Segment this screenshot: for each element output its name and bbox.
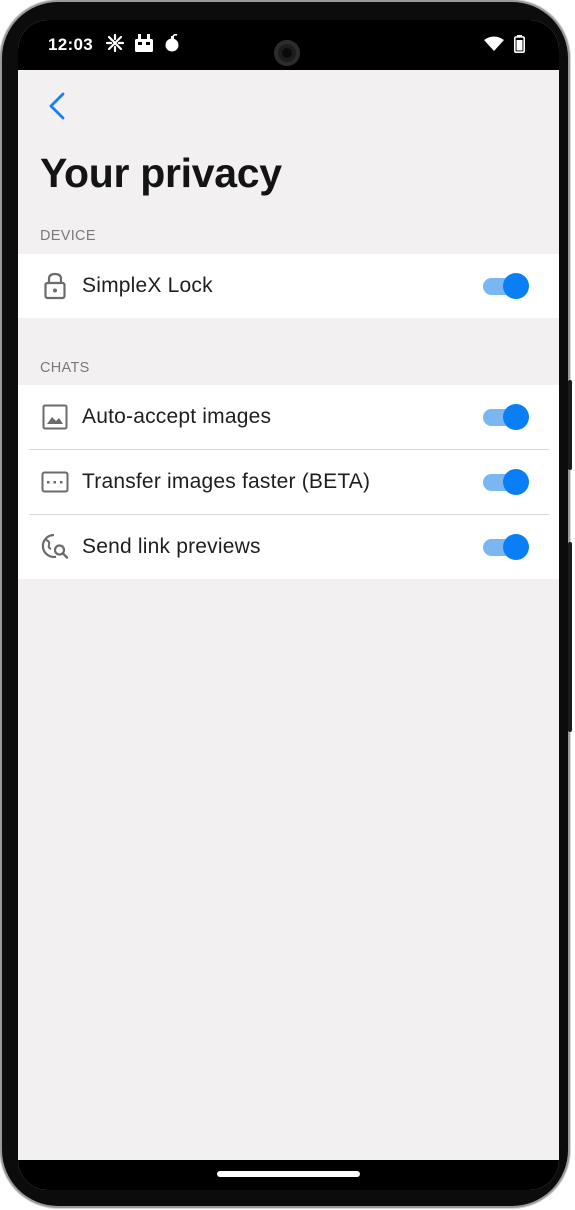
status-bar: 12:03 — [18, 20, 559, 70]
section-header-device: DEVICE — [40, 228, 96, 244]
cross-arrows-icon — [106, 34, 124, 52]
send-link-previews-toggle[interactable] — [483, 534, 529, 560]
wifi-icon — [484, 36, 504, 57]
battery-icon — [514, 35, 525, 58]
globe-search-icon — [40, 532, 70, 562]
chat-settings-card: Auto-accept images Transfer images faste… — [18, 385, 559, 579]
front-camera — [274, 40, 300, 66]
status-left-icons — [106, 34, 180, 52]
setting-row-simplex-lock[interactable]: SimpleX Lock — [18, 254, 559, 318]
transfer-images-faster-toggle[interactable] — [483, 469, 529, 495]
status-time: 12:03 — [48, 35, 93, 54]
status-right-icons — [484, 35, 525, 58]
toggle-thumb — [503, 404, 529, 430]
navigation-bar — [18, 1160, 559, 1190]
lock-icon — [40, 271, 70, 301]
back-button[interactable] — [42, 90, 72, 126]
volume-button — [568, 542, 572, 732]
toggle-thumb — [503, 534, 529, 560]
home-indicator[interactable] — [217, 1171, 360, 1177]
device-settings-card: SimpleX Lock — [18, 254, 559, 318]
setting-label: Send link previews — [82, 535, 261, 558]
android-robot-icon — [134, 34, 154, 52]
screen: 12:03 Your privacy DEVICE SimpleX Lock C… — [18, 20, 559, 1190]
page-title: Your privacy — [40, 150, 282, 196]
setting-label: Auto-accept images — [82, 405, 272, 428]
toggle-thumb — [503, 469, 529, 495]
toggle-thumb — [503, 273, 529, 299]
image-icon — [40, 402, 70, 432]
setting-row-auto-accept-images[interactable]: Auto-accept images — [18, 385, 559, 449]
section-header-chats: CHATS — [40, 360, 90, 376]
auto-accept-images-toggle[interactable] — [483, 404, 529, 430]
setting-row-send-link-previews[interactable]: Send link previews — [18, 515, 559, 579]
setting-row-transfer-images-faster[interactable]: Transfer images faster (BETA) — [18, 450, 559, 514]
chevron-left-icon — [48, 91, 66, 126]
setting-label: Transfer images faster (BETA) — [82, 470, 371, 493]
bomb-icon — [164, 34, 180, 52]
simplex-lock-toggle[interactable] — [483, 273, 529, 299]
phone-frame: 12:03 Your privacy DEVICE SimpleX Lock C… — [2, 2, 572, 1206]
setting-label: SimpleX Lock — [82, 274, 213, 297]
dotted-frame-icon — [40, 467, 70, 497]
power-button — [568, 380, 572, 470]
